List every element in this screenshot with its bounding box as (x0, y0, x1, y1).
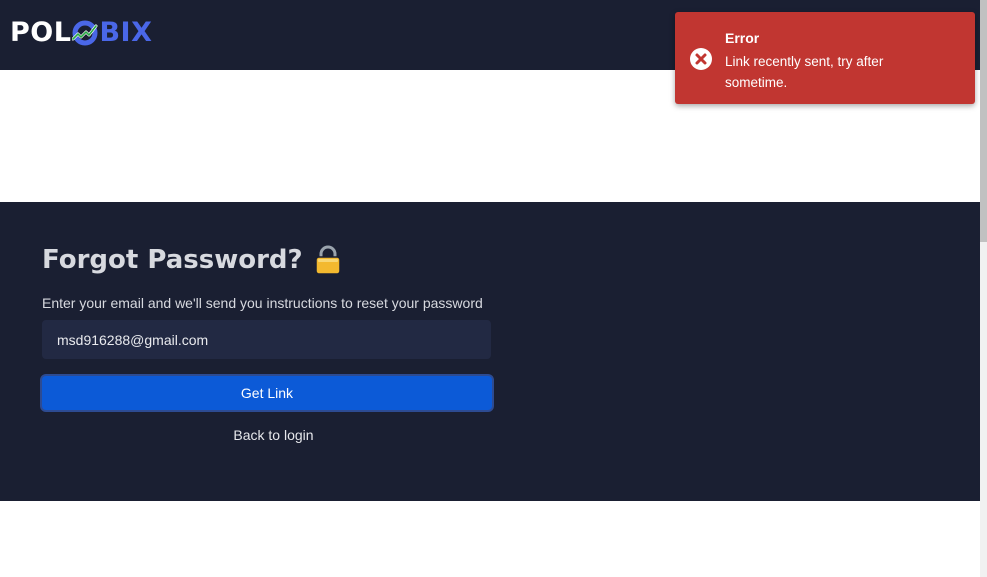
get-link-button-label: Get Link (240, 385, 294, 401)
page-title: Forgot Password? (42, 245, 303, 275)
error-toast[interactable]: Error Link recently sent, try after some… (675, 12, 975, 104)
logo-text-start: POL (10, 17, 72, 48)
toast-title: Error (725, 30, 760, 46)
email-field-value: msd916288@gmail.com (57, 331, 209, 348)
back-to-login-link[interactable]: Back to login (40, 426, 507, 444)
forgot-password-section: Forgot Password? Enter your email and we… (0, 202, 980, 501)
get-link-button[interactable]: Get Link (40, 374, 494, 412)
error-circle-icon (690, 48, 712, 70)
title-row: Forgot Password? (42, 244, 343, 276)
logo-text-end: BIX (99, 17, 153, 48)
page: POL BIX Forgot Password? Enter your emai… (0, 0, 987, 577)
toast-message: Link recently sent, try after sometime. (725, 54, 884, 90)
logo-o-mark-icon (72, 20, 98, 46)
email-field[interactable]: msd916288@gmail.com (42, 320, 491, 359)
scrollbar-thumb[interactable] (980, 0, 987, 242)
instructions-text: Enter your email and we'll send you inst… (42, 295, 483, 311)
polobix-logo[interactable]: POL BIX (10, 19, 152, 46)
lock-icon (313, 244, 343, 276)
page-scrollbar[interactable] (980, 0, 987, 577)
back-to-login-label: Back to login (233, 427, 314, 443)
